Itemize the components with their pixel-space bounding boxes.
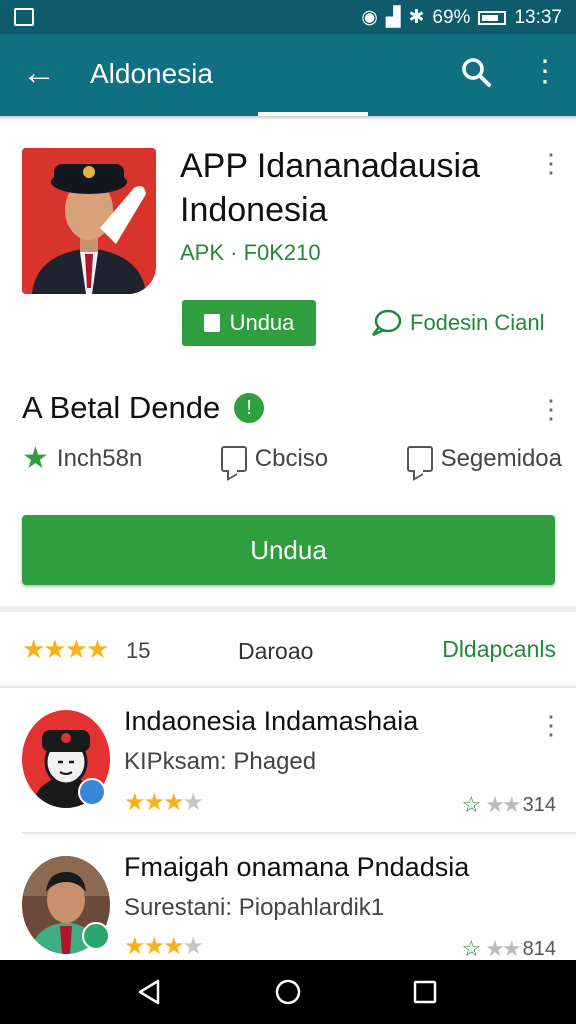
alarm-icon: ◉ [361,7,378,28]
download-button-label: Undua [250,534,327,565]
list-item-title: Indaonesia Indamashaia [124,706,419,736]
stat-rating[interactable]: ★ Inch58n [22,444,142,474]
status-bar: ◉ ▟ ✱ 69% 13:37 [0,0,576,34]
verified-badge-icon [78,778,106,806]
secondary-action-button[interactable]: Fodesin Cianl [370,308,545,338]
bluetooth-icon: ✱ [408,7,425,28]
list-item-title: Fmaigah onamana Pndadsia [124,852,470,882]
app-bar-title: Aldonesia [90,58,213,89]
section-divider [0,606,576,612]
stats-row: ★ Inch58n Cbciso Segemidoa [22,444,562,474]
rating-count: 15 [126,638,151,663]
list-item-more-icon[interactable]: ⋮ [538,712,564,738]
status-indicators: ◉ ▟ ✱ 69% 13:37 [361,6,562,29]
stat-comments[interactable]: Cbciso [220,445,329,473]
gallery-notification-icon [14,8,34,26]
app-icon[interactable] [22,148,156,294]
ratings-link[interactable]: Dldapcanls [442,636,556,663]
clock: 13:37 [514,6,562,28]
app-subtitle: APK · F0K210 [180,240,321,265]
list-item-meta: ☆ ★★ 314 [461,792,556,818]
chat-bubble-icon [406,446,433,472]
info-icon[interactable]: ! [234,393,265,423]
star-icon: ★ [22,442,49,475]
home-nav-icon[interactable] [274,978,302,1006]
ratings-row: ★★★★ 15 Daroao Dldapcanls [22,634,556,668]
back-nav-icon[interactable] [136,978,164,1006]
chat-icon [372,309,402,337]
rating-stars: ★★★★ [22,634,109,664]
star-outline-icon: ☆ [461,792,482,817]
app-more-icon[interactable]: ⋮ [538,150,564,176]
details-more-icon[interactable]: ⋮ [538,396,564,422]
app-bar: ← Aldonesia ⋮ [0,34,576,116]
signal-icon: ▟ [385,7,401,28]
stat-reviews[interactable]: Segemidoa [406,445,562,473]
stat-reviews-label: Segemidoa [440,445,562,472]
app-bar-shadow [0,116,576,120]
app-title: APP Idananadausia Indonesia [180,147,480,229]
list-item-stars: ★★★★ [124,933,204,960]
install-button[interactable]: Undua [182,300,316,346]
list-item-value: 814 [522,937,556,960]
stat-comments-label: Cbciso [254,445,329,472]
details-title: A Betal Dende [22,390,221,425]
list-item-subtitle: KIPksam: Phaged [124,748,317,775]
verified-badge-icon [82,922,110,950]
recents-nav-icon[interactable] [412,978,438,1006]
star-outline-icon: ☆ [461,936,482,961]
battery-icon [478,10,507,25]
download-icon [203,314,220,332]
list-item-subtitle: Surestani: Piopahlardik1 [124,894,385,921]
list-item-stars: ★★★★ [124,789,204,816]
download-button[interactable]: Undua [22,515,555,585]
battery-percent: 69% [432,6,471,28]
install-button-label: Undua [229,310,295,335]
search-icon[interactable] [458,54,494,90]
divider [22,832,576,834]
secondary-action-label: Fodesin Cianl [410,310,545,335]
star-gray-icon: ★★ [485,792,521,817]
divider [0,686,576,688]
stat-rating-label: Inch58n [56,445,143,472]
ratings-middle-label: Daroao [238,638,314,664]
star-gray-icon: ★★ [485,936,521,961]
system-nav-bar [0,960,576,1024]
details-heading: A Betal Dende ! [22,390,265,426]
more-vert-icon[interactable]: ⋮ [530,56,560,88]
arrow-back-icon[interactable]: ← [22,56,56,90]
list-item-value: 314 [522,793,556,816]
chat-bubble-icon [220,446,247,472]
list-item-meta: ☆ ★★ 814 [461,936,556,962]
